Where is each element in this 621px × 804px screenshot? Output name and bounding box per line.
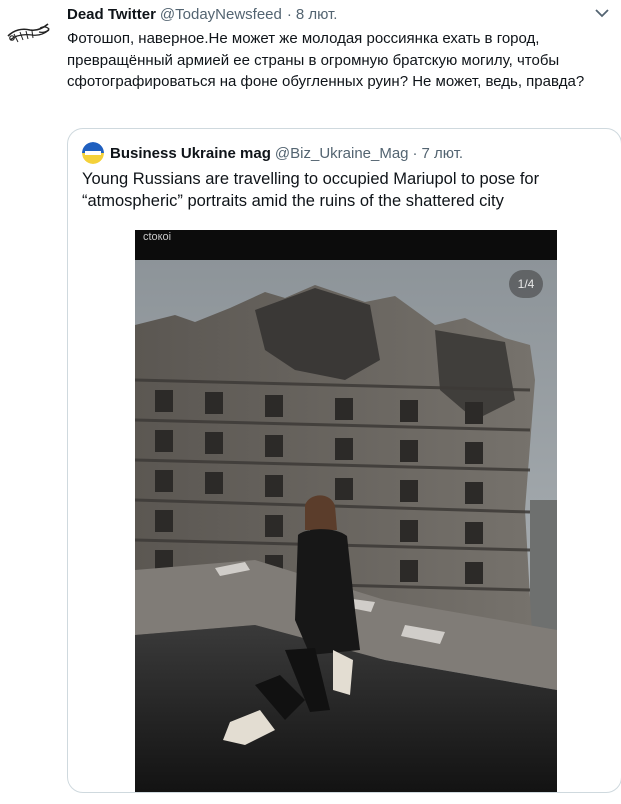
quoted-tweet-date[interactable]: 7 лют. <box>422 145 464 162</box>
tweet-text: Фотошоп, наверное.Не может же молодая ро… <box>67 30 585 90</box>
instagram-overlay-text: ctoкoi <box>143 231 172 243</box>
avatar[interactable] <box>4 8 52 56</box>
tweet[interactable]: Dead Twitter @TodayNewsfeed · 8 лют. Фот… <box>0 0 621 804</box>
chevron-down-icon <box>595 8 609 17</box>
tweet-header: Dead Twitter @TodayNewsfeed · 8 лют. <box>67 4 611 24</box>
quoted-user-handle[interactable]: @Biz_Ukraine_Mag <box>275 145 409 162</box>
quoted-display-name[interactable]: Business Ukraine mag <box>110 145 271 162</box>
photo-counter: 1/4 <box>509 270 543 298</box>
user-handle[interactable]: @TodayNewsfeed <box>160 6 282 23</box>
quill-sketch-icon <box>7 23 50 43</box>
quoted-tweet-header: Business Ukraine mag @Biz_Ukraine_Mag · … <box>82 141 611 165</box>
separator-dot: · <box>286 5 292 23</box>
more-options-button[interactable] <box>593 6 611 20</box>
quoted-tweet[interactable]: Business Ukraine mag @Biz_Ukraine_Mag · … <box>67 128 621 793</box>
tweet-date[interactable]: 8 лют. <box>296 6 338 23</box>
ruined-building-photo <box>135 230 557 792</box>
display-name[interactable]: Dead Twitter <box>67 6 156 23</box>
quoted-tweet-photo[interactable]: ctoкoi 1/4 <box>135 230 557 792</box>
quoted-tweet-text: Young Russians are travelling to occupie… <box>82 170 540 210</box>
business-ukraine-logo[interactable] <box>82 142 104 164</box>
separator-dot: · <box>412 144 418 162</box>
